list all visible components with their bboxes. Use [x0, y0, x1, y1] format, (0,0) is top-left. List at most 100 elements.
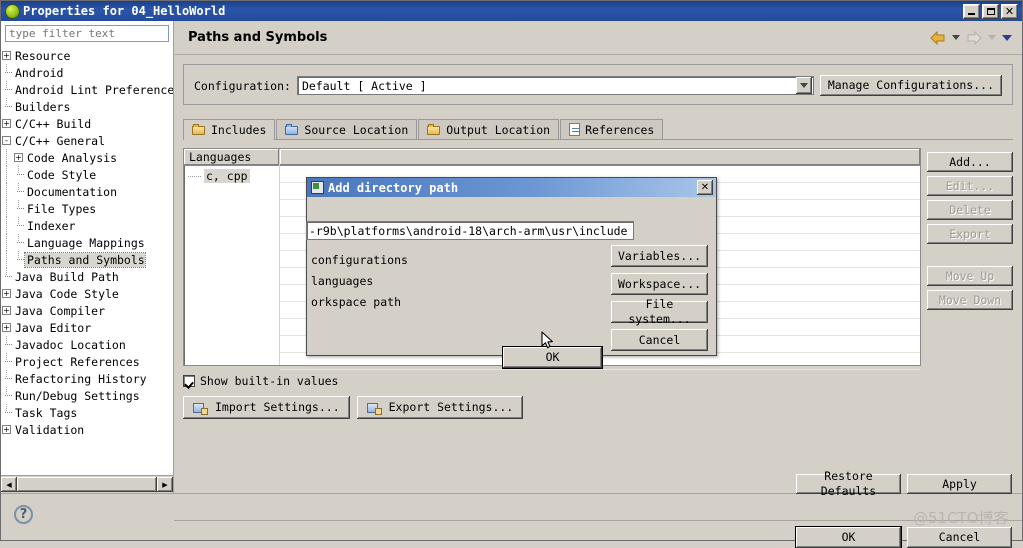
configuration-select[interactable]: Default [ Active ] [296, 76, 814, 95]
tab-bar[interactable]: Includes Source Location Output Location Re… [183, 118, 1013, 140]
variables-button[interactable]: Variables... [611, 245, 708, 267]
sidebar-item-android[interactable]: Android [1, 64, 173, 81]
tree-horizontal-scrollbar[interactable]: ◀ ▶ [1, 475, 173, 493]
sidebar-item-label: Code Analysis [27, 150, 118, 165]
tree-leaf-icon [1, 268, 13, 285]
sidebar-item-label: Code Style [27, 167, 97, 182]
tab-includes[interactable]: Includes [183, 119, 276, 140]
sidebar-item-label: Task Tags [15, 405, 78, 420]
view-menu-icon[interactable] [1002, 34, 1012, 41]
move-up-button: Move Up [927, 266, 1013, 286]
sidebar-item-file-types[interactable]: File Types [1, 200, 173, 217]
tree-expander[interactable]: + [1, 421, 13, 438]
sidebar-item-java-compiler[interactable]: + Java Compiler [1, 302, 173, 319]
show-builtin-checkbox[interactable] [183, 375, 195, 387]
tree-expander[interactable]: + [13, 149, 25, 166]
sidebar-item-android-lint-preferences[interactable]: Android Lint Preferences [1, 81, 173, 98]
sidebar-item-label: Builders [15, 99, 71, 114]
page-header: Paths and Symbols [174, 21, 1022, 55]
cancel-button[interactable]: Cancel [907, 527, 1012, 548]
sidebar-item-project-references[interactable]: Project References [1, 353, 173, 370]
dialog-option-line: orkspace path [311, 294, 402, 309]
sidebar-item-resource[interactable]: + Resource [1, 47, 173, 64]
tree-expander[interactable]: + [1, 285, 13, 302]
manage-configurations-button[interactable]: Manage Configurations... [819, 75, 1002, 96]
sidebar-item-task-tags[interactable]: Task Tags [1, 404, 173, 421]
tree-expander[interactable]: + [1, 302, 13, 319]
sidebar-item-c-c-general[interactable]: - C/C++ General [1, 132, 173, 149]
back-dropdown-icon[interactable] [952, 35, 960, 40]
show-builtin-label: Show built-in values [200, 374, 339, 388]
sidebar-item-label: Project References [15, 354, 140, 369]
tree-expander[interactable]: + [1, 319, 13, 336]
sidebar-item-label: Resource [15, 48, 71, 63]
minimize-button[interactable] [963, 3, 980, 19]
sidebar-item-paths-and-symbols[interactable]: Paths and Symbols [1, 251, 173, 268]
page-nav-icons [930, 30, 1012, 45]
sidebar-item-indexer[interactable]: Indexer [1, 217, 173, 234]
add-button[interactable]: Add... [927, 152, 1013, 172]
tree-leaf-icon [13, 251, 25, 268]
sidebar-item-code-style[interactable]: Code Style [1, 166, 173, 183]
tab-output-location[interactable]: Output Location [418, 119, 560, 139]
tree-leaf-icon [1, 370, 13, 387]
scroll-left-button[interactable]: ◀ [1, 477, 17, 492]
include-paths-column-header[interactable] [280, 149, 920, 166]
sidebar-item-code-analysis[interactable]: + Code Analysis [1, 149, 173, 166]
chevron-down-icon[interactable] [795, 77, 812, 94]
tree-expander[interactable]: + [1, 47, 13, 64]
directory-path-input[interactable]: -r9b\platforms\android-18\arch-arm\usr\i… [306, 221, 634, 240]
sidebar-item-label: Java Editor [15, 320, 92, 335]
close-button[interactable]: ✕ [1001, 3, 1018, 19]
list-item[interactable]: c, cpp [184, 168, 279, 184]
sidebar-item-validation[interactable]: + Validation [1, 421, 173, 438]
dialog-cancel-button[interactable]: Cancel [611, 329, 708, 351]
ok-button[interactable]: OK [796, 527, 901, 548]
sidebar-item-java-editor[interactable]: + Java Editor [1, 319, 173, 336]
tree-expander[interactable]: + [1, 115, 13, 132]
tree-indent [1, 200, 13, 217]
export-icon [366, 401, 382, 415]
footer-divider-2 [174, 520, 1022, 521]
dialog-ok-button[interactable]: OK [503, 347, 602, 368]
configuration-value: Default [ Active ] [301, 78, 427, 93]
sidebar-item-builders[interactable]: Builders [1, 98, 173, 115]
import-settings-button[interactable]: Import Settings... [183, 396, 350, 419]
scroll-track[interactable] [17, 477, 157, 492]
scroll-thumb[interactable] [17, 477, 157, 492]
tree-indent [1, 234, 13, 251]
tree-indent [1, 149, 13, 166]
sidebar-item-documentation[interactable]: Documentation [1, 183, 173, 200]
show-builtin-row[interactable]: Show built-in values [183, 374, 1013, 388]
sidebar-item-java-code-style[interactable]: + Java Code Style [1, 285, 173, 302]
add-directory-dialog-body: -r9b\platforms\android-18\arch-arm\usr\i… [306, 197, 716, 368]
export-settings-button[interactable]: Export Settings... [356, 396, 524, 419]
language-item-label: c, cpp [204, 169, 250, 183]
file-system-button[interactable]: File system... [611, 297, 708, 326]
sidebar-item-java-build-path[interactable]: Java Build Path [1, 268, 173, 285]
sidebar-item-language-mappings[interactable]: Language Mappings [1, 234, 173, 251]
apply-button[interactable]: Apply [907, 474, 1012, 494]
scroll-right-button[interactable]: ▶ [157, 477, 173, 492]
back-arrow-icon[interactable] [930, 30, 946, 45]
tab-references[interactable]: References [560, 119, 664, 139]
settings-tree[interactable]: + Resource Android Android Lint Preferences… [1, 47, 173, 475]
tree-expander[interactable]: - [1, 132, 13, 149]
dialog-close-button[interactable]: ✕ [697, 180, 713, 195]
watermark: @51CTO博客 [913, 509, 1009, 527]
workspace-button[interactable]: Workspace... [611, 273, 708, 295]
sidebar-item-refactoring-history[interactable]: Refactoring History [1, 370, 173, 387]
tab-source-location[interactable]: Source Location [276, 119, 418, 139]
window-controls: ✕ [963, 3, 1020, 19]
window-title: Properties for 04_HelloWorld [23, 4, 226, 18]
help-question-icon[interactable]: ? [14, 505, 33, 524]
sidebar-item-javadoc-location[interactable]: Javadoc Location [1, 336, 173, 353]
sidebar-item-c-c-build[interactable]: + C/C++ Build [1, 115, 173, 132]
search-input[interactable] [5, 25, 169, 42]
languages-column-header[interactable]: Languages [184, 149, 279, 166]
sidebar-item-run-debug-settings[interactable]: Run/Debug Settings [1, 387, 173, 404]
dialog-option-lines: configurations languages orkspace path [307, 249, 557, 312]
maximize-button[interactable] [982, 3, 999, 19]
restore-defaults-button[interactable]: Restore Defaults [796, 469, 901, 498]
table-action-buttons: Add... Edit... Delete Export Move Up Move Dow… [927, 148, 1013, 366]
